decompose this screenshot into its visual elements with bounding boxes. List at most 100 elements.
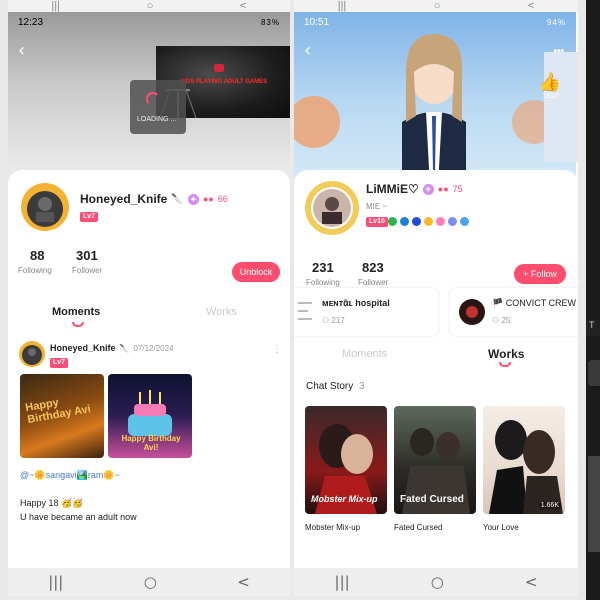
home-icon[interactable]: ○ bbox=[434, 0, 441, 12]
follower-count[interactable]: 301 bbox=[76, 248, 98, 263]
badge-icon: ✦ bbox=[422, 183, 434, 195]
badge-blue-icon bbox=[400, 217, 409, 226]
follower-count[interactable]: 823 bbox=[362, 260, 384, 275]
post-image-2-text: Happy Birthday Avi! bbox=[121, 434, 181, 452]
recent-apps-icon[interactable]: ||| bbox=[51, 0, 60, 12]
thumbs-up-icon: 👍 bbox=[538, 72, 562, 93]
badge-count: 66 bbox=[217, 194, 228, 204]
tab-works[interactable]: Works bbox=[488, 347, 524, 361]
back-icon[interactable]: < bbox=[237, 573, 250, 591]
badge-navy-icon bbox=[412, 217, 421, 226]
story-3-views: 1.66K bbox=[538, 502, 561, 509]
username-row: LiMMiE♡ ✦ ●● 75 bbox=[366, 182, 463, 196]
recent-apps-icon[interactable]: ||| bbox=[48, 573, 63, 591]
community-2-name: 🏴 CONVICT CREW bbox=[492, 298, 577, 308]
unblock-button[interactable]: Unblock bbox=[232, 262, 280, 282]
recent-apps-icon[interactable]: ||| bbox=[338, 0, 347, 12]
story-2-cover-text: Fated Cursed bbox=[400, 494, 464, 505]
follow-button[interactable]: + Follow bbox=[514, 264, 566, 284]
badge-green-icon bbox=[388, 217, 397, 226]
active-tab-indicator bbox=[72, 322, 84, 327]
profile-banner: 12:23 83% ‹ KIDS PLAYING ADULT GAMES LOA… bbox=[8, 12, 290, 192]
follower-label[interactable]: Follower bbox=[358, 278, 388, 287]
level-badge: Lv7 bbox=[80, 212, 99, 222]
story-2-title[interactable]: Fated Cursed bbox=[394, 523, 442, 532]
cropped-image bbox=[588, 456, 600, 552]
post-line-1: Happy 18 🥳🥳 bbox=[20, 498, 84, 508]
badge-count: 75 bbox=[452, 184, 463, 194]
loading-overlay: LOADING ... bbox=[130, 80, 186, 134]
community-1-name: ᴍᴇɴᴛᾶʟ hospital bbox=[322, 298, 390, 308]
post-image-2[interactable]: Happy Birthday Avi! bbox=[108, 374, 192, 458]
tab-moments[interactable]: Moments bbox=[342, 348, 387, 360]
community-2-icon bbox=[459, 299, 485, 325]
status-battery: 94% bbox=[546, 17, 566, 27]
story-3-title[interactable]: Your Love bbox=[483, 523, 519, 532]
community-2-member-count: 25 bbox=[501, 316, 511, 325]
story-card-1[interactable]: Mobster Mix-up bbox=[305, 406, 387, 514]
back-arrow-icon[interactable]: ‹ bbox=[18, 40, 25, 61]
following-label[interactable]: Following bbox=[18, 266, 52, 275]
story-card-2[interactable]: Fated Cursed bbox=[394, 406, 476, 514]
section-title: Chat Story bbox=[306, 381, 354, 392]
story-1-title[interactable]: Mobster Mix-up bbox=[305, 523, 360, 532]
post-mention[interactable]: @~🌼sangavi🏞️ram🌼~ bbox=[20, 470, 120, 481]
community-card-2[interactable]: 🏴 CONVICT CREW ⚇ 25 bbox=[450, 288, 578, 336]
story-3-art bbox=[489, 420, 563, 514]
post-image-1[interactable]: Happy Birthday Avi bbox=[20, 374, 104, 458]
post-image-1-text: Happy Birthday Avi bbox=[24, 396, 92, 427]
section-header: Chat Story 3 bbox=[306, 381, 365, 392]
cropped-third-screen: T bbox=[586, 0, 600, 600]
section-count: 3 bbox=[359, 381, 365, 392]
profile-card: Honeyed_Knife 🔪 ✦ ●● 66 Lv7 88 Following… bbox=[8, 170, 290, 568]
home-icon[interactable]: ○ bbox=[431, 573, 444, 591]
like-button[interactable]: 👍 1810 bbox=[534, 72, 566, 108]
profile-subtitle: MIE ~ bbox=[366, 202, 388, 211]
status-bar: 12:23 83% bbox=[8, 12, 290, 32]
community-1-members: ⚇ 217 bbox=[322, 316, 345, 325]
avatar[interactable] bbox=[304, 180, 360, 236]
back-icon[interactable]: < bbox=[528, 0, 534, 12]
back-arrow-icon[interactable]: ‹ bbox=[304, 40, 311, 61]
username: Honeyed_Knife bbox=[80, 192, 168, 206]
recent-apps-icon[interactable]: ||| bbox=[335, 573, 350, 591]
cropped-label: T bbox=[586, 320, 600, 336]
badge-pink-icon bbox=[436, 217, 445, 226]
post-more-icon[interactable]: ⋮ bbox=[272, 344, 282, 355]
post-author[interactable]: Honeyed_Knife bbox=[50, 343, 116, 353]
back-icon[interactable]: < bbox=[240, 0, 246, 12]
heart-icon: ●● bbox=[202, 194, 214, 204]
story-card-3[interactable]: 1.66K bbox=[483, 406, 565, 514]
profile-banner: 10:51 94% ‹ ••• 👍 1810 bbox=[294, 12, 578, 187]
post-line-2: U have became an adult now bbox=[20, 512, 137, 522]
tab-moments[interactable]: Moments bbox=[52, 306, 100, 318]
post-level-badge: Lv7 bbox=[50, 358, 69, 368]
more-options-icon[interactable]: ••• bbox=[553, 46, 564, 57]
loading-text: LOADING ... bbox=[137, 116, 177, 123]
back-icon[interactable]: < bbox=[525, 573, 538, 591]
badge-gold-icon bbox=[424, 217, 433, 226]
profile-screen-limmie: 10:51 94% ‹ ••• 👍 1810 LiMMiE♡ ✦ ●● 75 M… bbox=[294, 12, 578, 568]
tab-works[interactable]: Works bbox=[206, 306, 237, 318]
knife-emoji: 🔪 bbox=[171, 193, 184, 205]
post-avatar[interactable] bbox=[18, 340, 46, 368]
cropped-element bbox=[588, 360, 600, 386]
home-icon[interactable]: ○ bbox=[144, 573, 157, 591]
community-card-1[interactable]: ᴍᴇɴᴛᾶʟ hospital ⚇ 217 bbox=[294, 288, 438, 336]
heart-icon: ●● bbox=[437, 184, 449, 194]
avatar[interactable] bbox=[20, 182, 70, 232]
home-icon[interactable]: ○ bbox=[147, 0, 154, 12]
bottom-nav-bar-right: ||| ○ < bbox=[294, 568, 578, 596]
username-row: Honeyed_Knife 🔪 ✦ ●● 66 bbox=[80, 192, 228, 206]
following-count[interactable]: 88 bbox=[30, 248, 44, 263]
status-bar: 10:51 94% bbox=[294, 12, 576, 32]
badge-row bbox=[388, 217, 469, 226]
badge-sky-icon bbox=[460, 217, 469, 226]
follower-label[interactable]: Follower bbox=[72, 266, 102, 275]
following-count[interactable]: 231 bbox=[312, 260, 334, 275]
status-time: 12:23 bbox=[18, 16, 44, 28]
post-date: 07/12/2024 bbox=[133, 343, 174, 353]
loading-spinner-icon bbox=[146, 92, 160, 106]
post-header: Honeyed_Knife 🔪 07/12/2024 bbox=[50, 343, 174, 353]
following-label[interactable]: Following bbox=[306, 278, 340, 287]
